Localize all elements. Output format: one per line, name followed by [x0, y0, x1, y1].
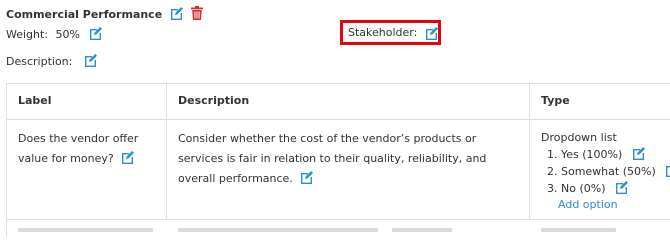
- edit-icon[interactable]: [632, 146, 646, 160]
- description-row: Description:: [6, 53, 98, 68]
- dropdown-option: 2. Somewhat (50%): [547, 163, 670, 180]
- description-label: Description:: [6, 55, 73, 68]
- criterion-title: Commercial Performance: [6, 8, 163, 21]
- stakeholder-highlight: Stakeholder:: [340, 20, 441, 45]
- question-type: Dropdown list: [541, 131, 617, 144]
- column-header-label: Label: [7, 84, 167, 120]
- table-row-label-cell: Does the vendor offer value for money?: [7, 120, 167, 220]
- option-label: 3. No (0%): [547, 182, 606, 195]
- column-header-type: Type: [530, 84, 670, 120]
- edit-icon[interactable]: [170, 6, 184, 20]
- weight-label: Weight:: [6, 28, 49, 41]
- option-label: 1. Yes (100%): [547, 148, 623, 161]
- stakeholder-label: Stakeholder:: [348, 26, 418, 39]
- dropdown-option: 3. No (0%): [547, 180, 660, 197]
- question-description: Consider whether the cost of the vendor’…: [178, 132, 487, 185]
- cut-off-text: [392, 228, 452, 232]
- edit-icon[interactable]: [665, 163, 670, 177]
- criterion-panel: Commercial Performance Weight: 50% Stake…: [0, 0, 670, 237]
- edit-icon[interactable]: [425, 26, 439, 40]
- dropdown-option: 1. Yes (100%): [547, 146, 660, 163]
- edit-icon[interactable]: [121, 150, 135, 164]
- cut-off-text: [18, 228, 153, 232]
- column-header-description: Description: [167, 84, 530, 120]
- option-label: 2. Somewhat (50%): [547, 165, 656, 178]
- cut-off-text: [541, 228, 616, 232]
- weight-row: Weight: 50%: [6, 26, 103, 41]
- questions-table: Label Description Type Does the vendor o…: [6, 83, 670, 237]
- table-row-description-cell: Consider whether the cost of the vendor’…: [167, 120, 530, 220]
- weight-value: 50%: [55, 28, 80, 41]
- trash-icon[interactable]: [191, 6, 204, 20]
- edit-icon[interactable]: [84, 53, 98, 67]
- add-option-link[interactable]: Add option: [558, 197, 660, 213]
- cut-off-text: [178, 228, 378, 232]
- edit-icon[interactable]: [615, 180, 629, 194]
- edit-icon[interactable]: [89, 26, 103, 40]
- edit-icon[interactable]: [300, 170, 314, 184]
- criterion-title-row: Commercial Performance: [6, 6, 204, 21]
- table-row-partial: [7, 220, 670, 238]
- table-row-type-cell: Dropdown list 1. Yes (100%) 2. Somewhat …: [530, 120, 670, 220]
